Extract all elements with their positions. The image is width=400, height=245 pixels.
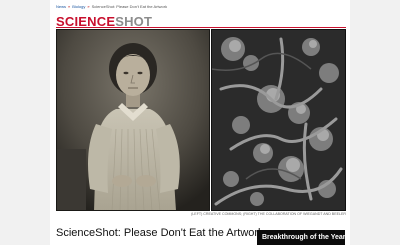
image-caption: (LEFT) CREATIVE COMMONS; (RIGHT) THE COL…	[191, 212, 346, 216]
portrait-illustration	[56, 29, 210, 211]
promo-label: Breakthrough of the Year	[262, 234, 345, 241]
portrait-image	[56, 29, 210, 211]
micrograph-illustration	[211, 29, 346, 211]
breakthrough-promo-banner[interactable]: Breakthrough of the Year	[257, 230, 345, 245]
breadcrumb-news-link[interactable]: News	[56, 4, 66, 9]
section-divider	[56, 27, 346, 28]
breadcrumb-biology-link[interactable]: Biology	[72, 4, 85, 9]
article-container: News» Biology» ScienceShot: Please Don't E…	[50, 0, 350, 245]
breadcrumb-separator: »	[68, 4, 71, 9]
breadcrumb-current: ScienceShot: Please Don't Eat the Artwor…	[91, 4, 168, 9]
breadcrumb: News» Biology» ScienceShot: Please Don't E…	[56, 4, 167, 9]
page-background: News» Biology» ScienceShot: Please Don't E…	[0, 0, 400, 245]
breadcrumb-separator: »	[87, 4, 90, 9]
micrograph-image	[211, 29, 346, 211]
article-headline: ScienceShot: Please Don't Eat the Artwor…	[56, 227, 264, 239]
